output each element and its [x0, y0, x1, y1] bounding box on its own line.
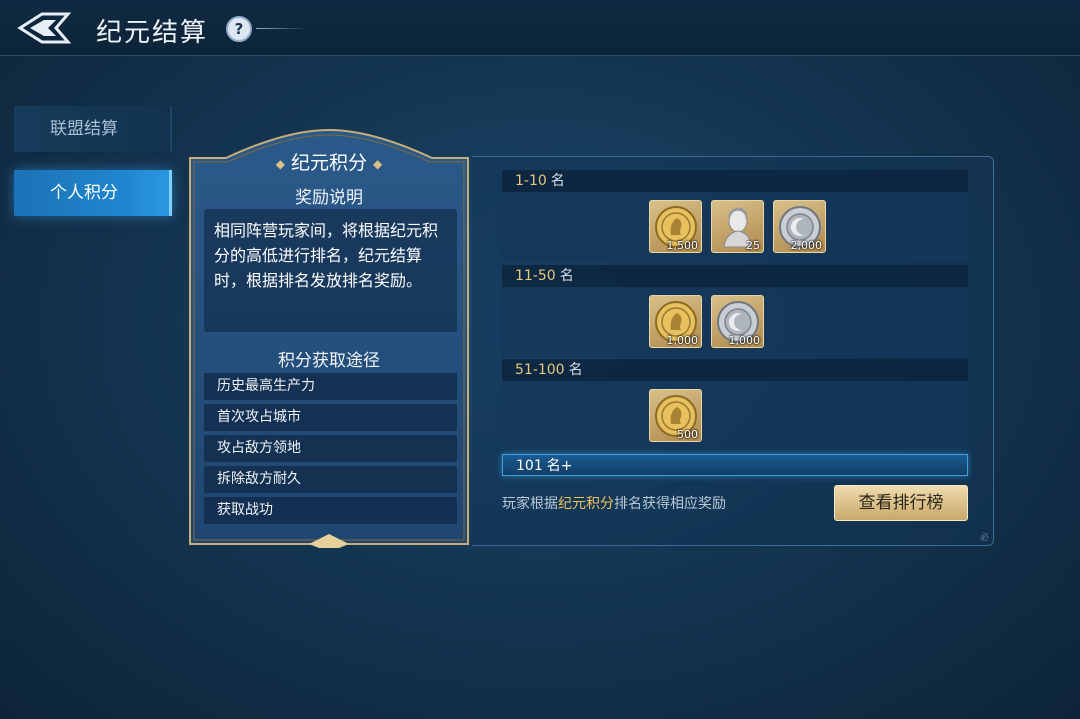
rank-tier-header[interactable]: 101 名+ [502, 454, 968, 476]
item-count: 1,500 [666, 239, 699, 252]
diamond-icon: ◆ [275, 156, 285, 171]
reward-item-gold-coin[interactable]: 1,500 [649, 200, 702, 253]
reward-heading: 奖励说明 [295, 188, 363, 208]
list-item: 攻占敌方领地 [204, 435, 457, 462]
diamond-icon: ◆ [373, 156, 383, 171]
view-leaderboard-button[interactable]: 查看排行榜 [834, 485, 968, 521]
corner-mark: 必 [979, 533, 989, 543]
reward-item-silver-medal[interactable]: 1,000 [711, 295, 764, 348]
page-title: 纪元结算 [96, 18, 209, 48]
item-count: 1,000 [728, 334, 761, 347]
rank-unit: 名 [559, 268, 574, 284]
back-arrow-icon [17, 12, 72, 44]
rank-tier-rewards: 1,500 25 2,000 [502, 192, 968, 262]
reward-item-gold-coin[interactable]: 500 [649, 389, 702, 442]
rank-tier-header: 1-10 名 [502, 170, 968, 192]
rank-tier-header: 11-50 名 [502, 265, 968, 287]
footer-suffix: 排名获得相应奖励 [614, 496, 726, 512]
list-item: 首次攻占城市 [204, 404, 457, 431]
reward-item-bust[interactable]: 25 [711, 200, 764, 253]
rank-unit: 名+ [546, 458, 573, 474]
panel-title-text: 纪元积分 [290, 152, 367, 174]
rank-unit: 名 [568, 362, 583, 378]
ways-heading: 积分获取途径 [278, 351, 380, 371]
footer-highlight: 纪元积分 [558, 496, 614, 512]
item-count: 2,000 [790, 239, 823, 252]
rank-tier-rewards: 500 [502, 381, 968, 451]
rank-tier-header: 51-100 名 [502, 359, 968, 381]
list-item: 获取战功 [204, 497, 457, 524]
rank-unit: 名 [550, 173, 565, 189]
help-button[interactable]: ? [226, 16, 252, 42]
points-ways-list: 历史最高生产力 首次攻占城市 攻占敌方领地 拆除敌方耐久 获取战功 [204, 373, 457, 528]
rank-range: 1-10 [515, 173, 547, 189]
decorative-line [256, 28, 308, 29]
footer-note: 玩家根据纪元积分排名获得相应奖励 [502, 493, 726, 513]
back-button[interactable] [16, 8, 76, 48]
rewards-panel: 1-10 名 1,500 25 2,000 11-50 名 1,000 1,00… [472, 156, 994, 546]
tab-personal-points[interactable]: 个人积分 [14, 170, 172, 216]
footer-prefix: 玩家根据 [502, 496, 558, 512]
rank-range: 101 [516, 458, 543, 474]
tab-alliance-settlement[interactable]: 联盟结算 [14, 106, 172, 152]
item-count: 1,000 [666, 334, 699, 347]
list-item: 拆除敌方耐久 [204, 466, 457, 493]
reward-description: 相同阵营玩家间，将根据纪元积分的高低进行排名，纪元结算时，根据排名发放排名奖励。 [204, 209, 457, 332]
reward-item-silver-medal[interactable]: 2,000 [773, 200, 826, 253]
rank-range: 51-100 [515, 362, 565, 378]
item-count: 25 [746, 239, 760, 252]
panel-title: ◆ 纪元积分 ◆ [186, 148, 472, 175]
rank-range: 11-50 [515, 268, 556, 284]
item-count: 500 [677, 428, 698, 441]
reward-item-gold-coin[interactable]: 1,000 [649, 295, 702, 348]
list-item: 历史最高生产力 [204, 373, 457, 400]
points-info-panel: ◆ 纪元积分 ◆ 奖励说明 相同阵营玩家间，将根据纪元积分的高低进行排名，纪元结算时… [186, 128, 472, 548]
top-bar: 纪元结算 ? [0, 0, 1080, 56]
rank-tier-rewards: 1,000 1,000 [502, 287, 968, 357]
